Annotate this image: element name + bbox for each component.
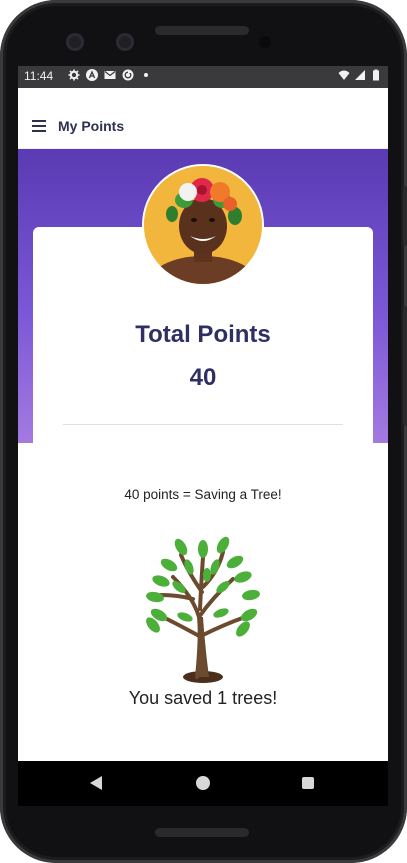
avatar-photo-icon — [144, 166, 262, 284]
avatar — [144, 166, 262, 284]
home-icon[interactable] — [196, 776, 210, 790]
status-bar: 11:44 — [18, 66, 388, 88]
battery-icon — [373, 69, 379, 81]
total-points-label: Total Points — [135, 321, 271, 348]
front-camera-icon — [116, 33, 134, 51]
back-icon[interactable] — [90, 776, 102, 790]
a-badge-icon — [86, 69, 98, 81]
recents-icon[interactable] — [302, 777, 314, 789]
wifi-icon — [338, 70, 350, 80]
front-camera-icon — [66, 33, 84, 51]
power-button — [403, 186, 407, 246]
app-bar: My Points — [18, 88, 388, 149]
status-time: 11:44 — [24, 69, 54, 83]
screen: 11:44 My Points Total Points 40 40 point… — [18, 66, 388, 806]
hamburger-menu-icon[interactable] — [32, 120, 46, 132]
dot-icon — [144, 73, 148, 77]
status-notification-icons — [68, 69, 152, 81]
signal-icon — [355, 70, 365, 80]
tree-icon — [146, 536, 260, 683]
volume-button — [403, 306, 407, 426]
mail-icon — [104, 71, 116, 79]
phone-frame: 11:44 My Points Total Points 40 40 point… — [0, 0, 407, 863]
trees-saved-text: You saved 1 trees! — [128, 688, 278, 708]
page-title: My Points — [58, 118, 125, 134]
gear-icon — [68, 69, 80, 81]
points-conversion-text: 40 points = Saving a Tree! — [124, 487, 282, 502]
total-points-value: 40 — [189, 364, 217, 391]
sensor-icon — [259, 36, 271, 48]
divider — [63, 424, 343, 425]
bottom-speaker — [155, 828, 249, 837]
android-nav-bar — [18, 761, 388, 806]
top-speaker — [155, 26, 249, 35]
status-system-icons — [338, 69, 382, 81]
sync-icon — [122, 69, 134, 81]
